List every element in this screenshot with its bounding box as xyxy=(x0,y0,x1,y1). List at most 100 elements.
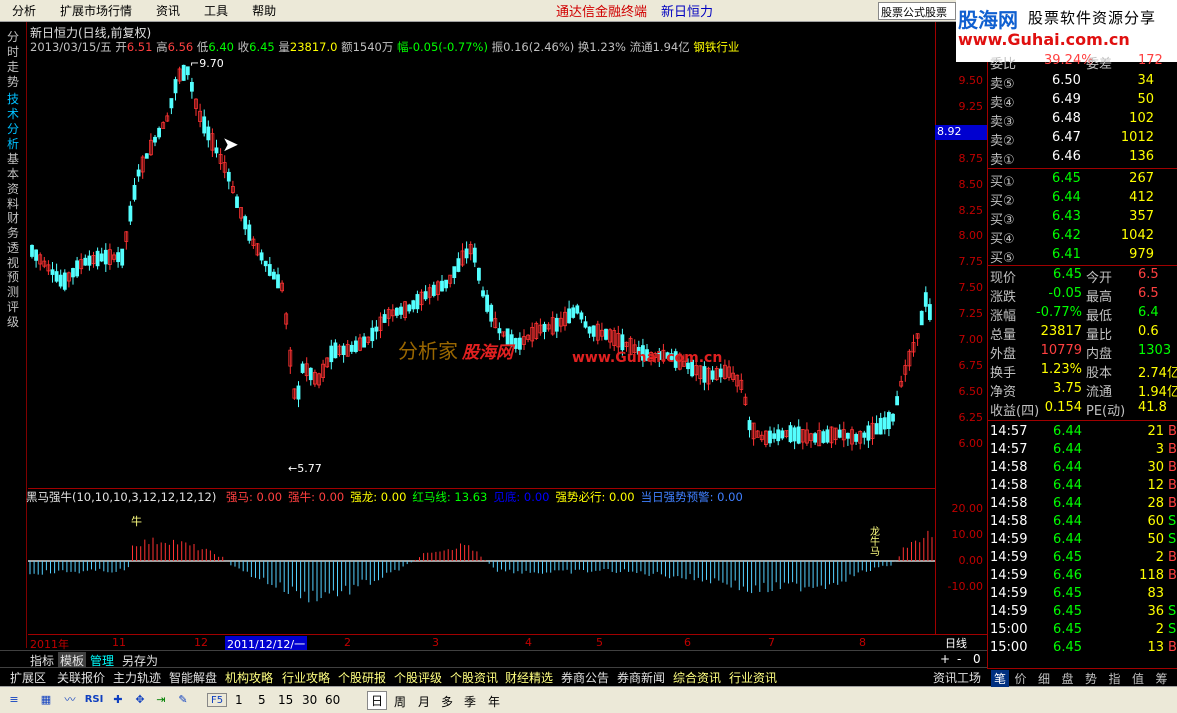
quote-row: 14:58 6.44 28 B xyxy=(988,495,1177,514)
period-5min[interactable]: 5 xyxy=(258,693,266,707)
diff-value: 172 xyxy=(1138,53,1163,68)
tick-price: 6.44 xyxy=(1053,496,1082,511)
insert-icon[interactable]: ⇥ xyxy=(153,693,169,707)
quote-tab[interactable]: 指 xyxy=(1109,670,1121,687)
stat-value: 3.75 xyxy=(1053,381,1082,396)
quote-tab[interactable]: 值 xyxy=(1132,670,1144,687)
sell-price: 6.49 xyxy=(1052,92,1081,107)
tick-price: 6.44 xyxy=(1053,514,1082,529)
indicator-tick: 0.00 xyxy=(958,554,984,567)
chart-icon[interactable]: 〰 xyxy=(62,693,78,707)
info-tab[interactable]: 扩展区 xyxy=(10,669,46,686)
vtab-intraday[interactable]: 分时走势 xyxy=(7,30,23,90)
pen-icon[interactable]: ✎ xyxy=(175,693,191,707)
menu-icon[interactable]: ≡ xyxy=(6,693,22,707)
period-day[interactable]: 日 xyxy=(367,691,388,710)
period-60min[interactable]: 60 xyxy=(325,693,340,707)
period-1min[interactable]: 1 xyxy=(235,693,243,707)
tick-side: B xyxy=(1168,460,1177,475)
date-label: 2 xyxy=(344,636,351,649)
quote-tab[interactable]: 价 xyxy=(1015,670,1027,687)
menu-item-help[interactable]: 帮助 xyxy=(240,2,288,19)
buy-label: 买② xyxy=(990,194,1015,209)
info-tab[interactable]: 行业攻略 xyxy=(282,669,330,686)
info-tab[interactable]: 券商新闻 xyxy=(617,669,665,686)
info-tab[interactable]: 机构攻略 xyxy=(225,669,273,686)
quote-row: 现价 6.45 今开 6.5 xyxy=(988,266,1177,286)
vtab-forecast[interactable]: 预测评级 xyxy=(7,270,23,330)
zoom-in-button[interactable]: + xyxy=(940,652,950,666)
period-month[interactable]: 月 xyxy=(418,693,430,710)
watermark-fxj: 分析家 xyxy=(398,339,458,363)
layout-icon[interactable]: ▦ xyxy=(38,693,54,707)
info-tab[interactable]: 个股评级 xyxy=(394,669,442,686)
info-tab[interactable]: 资讯工场 xyxy=(933,669,981,686)
info-tab[interactable]: 券商公告 xyxy=(561,669,609,686)
tick-side: S xyxy=(1168,514,1177,529)
menu-item-ext-market[interactable]: 扩展市场行情 xyxy=(48,2,144,19)
stat-label: 收益(四) xyxy=(990,404,1040,419)
quote-row: 买④ 6.42 1042 xyxy=(988,227,1177,247)
period-quarter[interactable]: 季 xyxy=(464,693,476,710)
tick-time: 14:58 xyxy=(990,496,1028,511)
quote-row: 外盘 10779 内盘 1303 xyxy=(988,342,1177,362)
period-year[interactable]: 年 xyxy=(488,693,500,710)
formula-button[interactable]: 股票公式股票 xyxy=(878,2,956,20)
quote-tabs: 笔价细盘势指值筹 xyxy=(987,668,1177,687)
stat-value: 6.5 xyxy=(1138,286,1159,301)
info-tab[interactable]: 个股研报 xyxy=(338,669,386,686)
menu-item-analysis[interactable]: 分析 xyxy=(0,2,48,19)
indicator-chart[interactable]: 牛 龙牛马 xyxy=(28,506,935,634)
info-tab[interactable]: 行业资讯 xyxy=(729,669,777,686)
f5-icon[interactable]: F5 xyxy=(207,693,227,707)
date-label: 11 xyxy=(112,636,126,649)
period-multi[interactable]: 多 xyxy=(441,693,453,710)
indicator-value: 红马线: 13.63 xyxy=(412,490,488,504)
price-tick: 7.75 xyxy=(958,255,984,269)
tick-vol: 36 xyxy=(1147,604,1164,619)
vtab-technical[interactable]: 技术分析 xyxy=(7,92,23,152)
info-tab[interactable]: 财经精选 xyxy=(505,669,553,686)
stat-value: 0.154 xyxy=(1044,400,1082,415)
candlestick-chart[interactable] xyxy=(28,22,935,488)
period-label[interactable]: 日线 xyxy=(945,635,967,651)
vtab-financials[interactable]: 财务透视 xyxy=(7,211,23,271)
move-icon[interactable]: ✥ xyxy=(132,693,148,707)
info-tab[interactable]: 智能解盘 xyxy=(169,669,217,686)
date-label: 8 xyxy=(859,636,866,649)
quote-tab[interactable]: 笔 xyxy=(991,670,1010,687)
quote-tab[interactable]: 细 xyxy=(1038,670,1050,687)
price-axis: 9.509.259.008.758.508.258.007.757.507.25… xyxy=(935,22,987,634)
quote-row: 14:57 6.44 21 B xyxy=(988,423,1177,442)
info-tab[interactable]: 关联报价 xyxy=(57,669,105,686)
sell-label: 卖③ xyxy=(990,115,1015,130)
period-30min[interactable]: 30 xyxy=(302,693,317,707)
zoom-reset-button[interactable]: 0 xyxy=(973,652,981,666)
date-label: 7 xyxy=(768,636,775,649)
menu-item-tools[interactable]: 工具 xyxy=(192,2,240,19)
info-tab[interactable]: 综合资讯 xyxy=(673,669,721,686)
tick-side: B xyxy=(1168,442,1177,457)
info-tab[interactable]: 个股资讯 xyxy=(450,669,498,686)
vtab-fundamentals[interactable]: 基本资料 xyxy=(7,152,23,212)
quote-tab[interactable]: 筹 xyxy=(1156,670,1168,687)
menu-item-news[interactable]: 资讯 xyxy=(144,2,192,19)
cross-icon[interactable]: ✚ xyxy=(110,693,126,707)
quote-panel: 委比 39.24% 委差 172 卖⑤ 6.50 34 卖④ 6.49 50 卖③ 6.48 102 卖②… xyxy=(987,53,1177,668)
quote-tab[interactable]: 盘 xyxy=(1062,670,1074,687)
quote-tab[interactable]: 势 xyxy=(1085,670,1097,687)
period-15min[interactable]: 15 xyxy=(278,693,293,707)
zoom-out-button[interactable]: - xyxy=(957,652,961,666)
price-tick: 6.25 xyxy=(958,410,984,424)
date-label: 3 xyxy=(432,636,439,649)
stat-value: 41.8 xyxy=(1138,400,1167,415)
info-tab[interactable]: 主力轨迹 xyxy=(113,669,161,686)
buy-vol: 357 xyxy=(1129,209,1154,224)
rsi-icon[interactable]: RSI xyxy=(84,693,104,707)
tick-time: 14:57 xyxy=(990,424,1028,439)
period-week[interactable]: 周 xyxy=(394,693,406,710)
buy-vol: 979 xyxy=(1129,247,1154,262)
buy-price: 6.43 xyxy=(1052,209,1081,224)
tick-side: B xyxy=(1168,478,1177,493)
quote-row: 14:58 6.44 60 S xyxy=(988,513,1177,532)
